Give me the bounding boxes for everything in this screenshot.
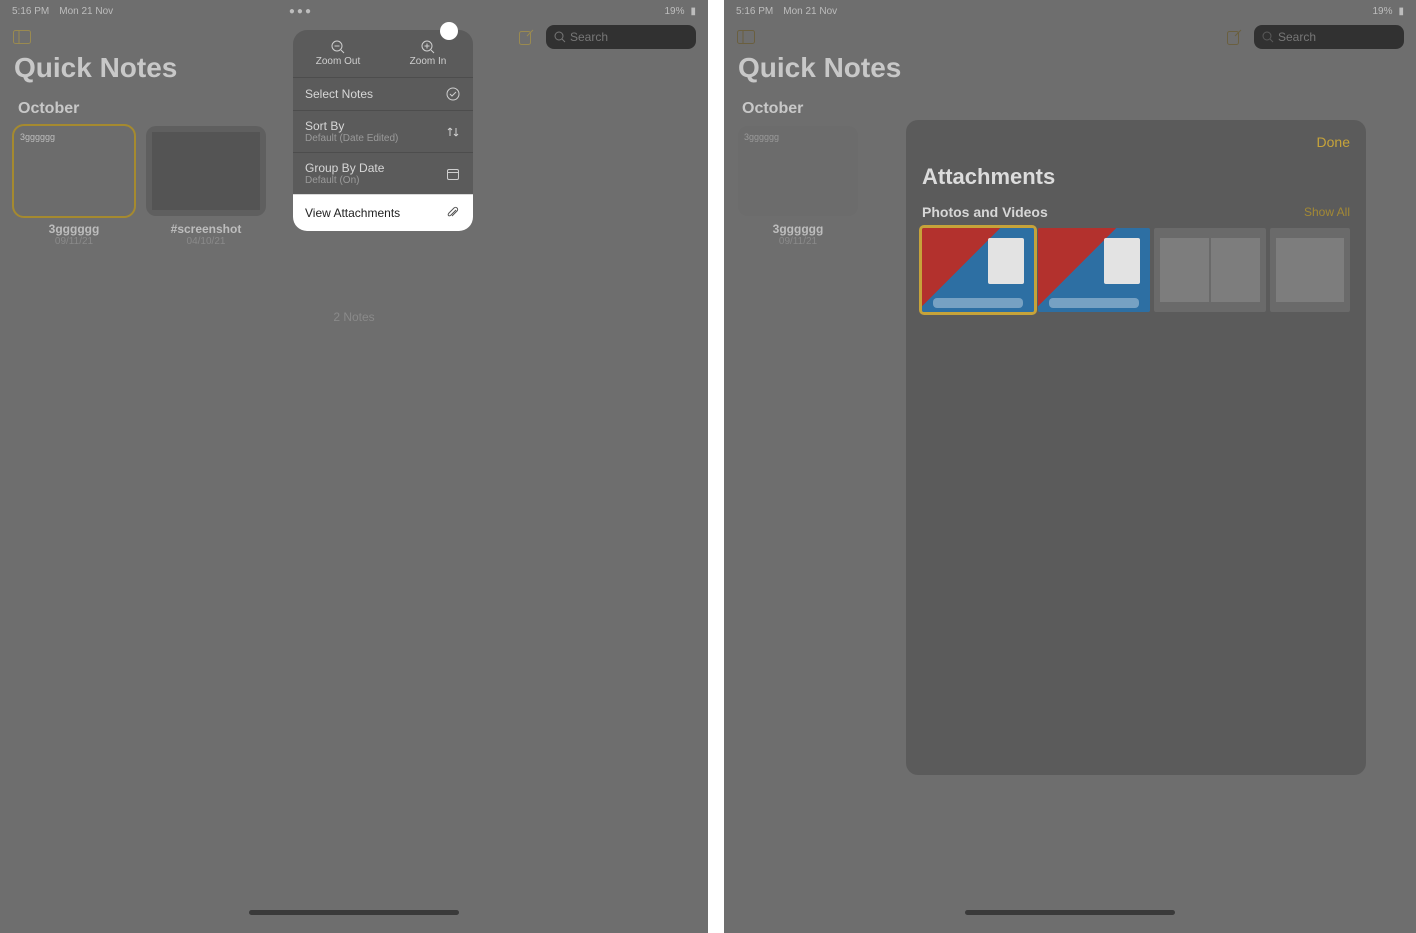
new-note-icon[interactable] <box>1224 27 1244 47</box>
note-title: 3gggggg <box>738 222 858 236</box>
panel-left: 5:16 PM Mon 21 Nov ●●● 19% ▮ Search Quic… <box>0 0 708 933</box>
calendar-icon <box>445 166 461 182</box>
sheet-section-label: Photos and Videos <box>922 204 1048 220</box>
panel-right: 5:16 PM Mon 21 Nov ●●● 19% ▮ Search Quic… <box>708 0 1416 933</box>
status-bar: 5:16 PM Mon 21 Nov ●●● 19% ▮ <box>724 0 1416 22</box>
page-title: Quick Notes <box>14 52 177 84</box>
status-time: 5:16 PM <box>12 6 49 17</box>
page-title: Quick Notes <box>738 52 901 84</box>
sort-by-row[interactable]: Sort By Default (Date Edited) <box>293 110 473 152</box>
note-card[interactable]: #screenshot 04/10/21 <box>146 126 266 247</box>
more-actions-popover: Zoom Out Zoom In Select Notes Sort By De… <box>293 30 473 231</box>
note-thumbnail <box>146 126 266 216</box>
home-indicator[interactable] <box>249 910 459 915</box>
attachments-row <box>922 228 1350 312</box>
note-card[interactable]: 3gggggg 3gggggg 09/11/21 <box>14 126 134 247</box>
section-header: October <box>742 100 803 118</box>
sidebar-toggle-icon[interactable] <box>12 27 32 47</box>
done-button[interactable]: Done <box>1317 134 1350 150</box>
toolbar: Search <box>724 22 1416 52</box>
status-time: 5:16 PM <box>736 6 773 17</box>
attachments-sheet: Done Attachments Photos and Videos Show … <box>906 120 1366 775</box>
status-date: Mon 21 Nov <box>783 6 837 17</box>
status-date: Mon 21 Nov <box>59 6 113 17</box>
home-indicator[interactable] <box>965 910 1175 915</box>
attachment-thumbnail[interactable] <box>1270 228 1350 312</box>
note-thumbnail: 3gggggg <box>738 126 858 216</box>
note-title: 3gggggg <box>14 222 134 236</box>
battery-icon: ▮ <box>1398 6 1404 17</box>
sidebar-toggle-icon[interactable] <box>736 27 756 47</box>
sort-icon <box>445 124 461 140</box>
zoom-out-button[interactable]: Zoom Out <box>293 36 383 71</box>
search-input[interactable]: Search <box>1254 25 1404 49</box>
zoom-in-button[interactable]: Zoom In <box>383 36 473 71</box>
view-attachments-row[interactable]: View Attachments <box>293 194 473 231</box>
show-all-button[interactable]: Show All <box>1304 205 1350 219</box>
sheet-title: Attachments <box>922 164 1350 190</box>
multitask-dots-icon[interactable]: ●●● <box>289 6 313 17</box>
status-bar: 5:16 PM Mon 21 Nov ●●● 19% ▮ <box>0 0 708 22</box>
group-by-date-row[interactable]: Group By Date Default (On) <box>293 152 473 194</box>
note-title: #screenshot <box>146 222 266 236</box>
note-card[interactable]: 3gggggg 3gggggg 09/11/21 <box>738 126 858 247</box>
search-placeholder: Search <box>570 30 608 44</box>
search-input[interactable]: Search <box>546 25 696 49</box>
attachment-thumbnail[interactable] <box>1038 228 1150 312</box>
note-date: 09/11/21 <box>14 236 134 247</box>
note-date: 04/10/21 <box>146 236 266 247</box>
search-placeholder: Search <box>1278 30 1316 44</box>
attachment-thumbnail[interactable] <box>922 228 1034 312</box>
paperclip-icon <box>445 205 461 221</box>
status-battery: 19% <box>664 6 684 17</box>
attachment-thumbnail[interactable] <box>1154 228 1266 312</box>
new-note-icon[interactable] <box>516 27 536 47</box>
select-notes-row[interactable]: Select Notes <box>293 77 473 110</box>
note-date: 09/11/21 <box>738 236 858 247</box>
select-icon <box>445 86 461 102</box>
status-battery: 19% <box>1372 6 1392 17</box>
note-thumbnail: 3gggggg <box>14 126 134 216</box>
battery-icon: ▮ <box>690 6 696 17</box>
section-header: October <box>18 100 79 118</box>
tutorial-highlight-dot <box>440 22 458 40</box>
notes-count: 2 Notes <box>0 310 708 324</box>
